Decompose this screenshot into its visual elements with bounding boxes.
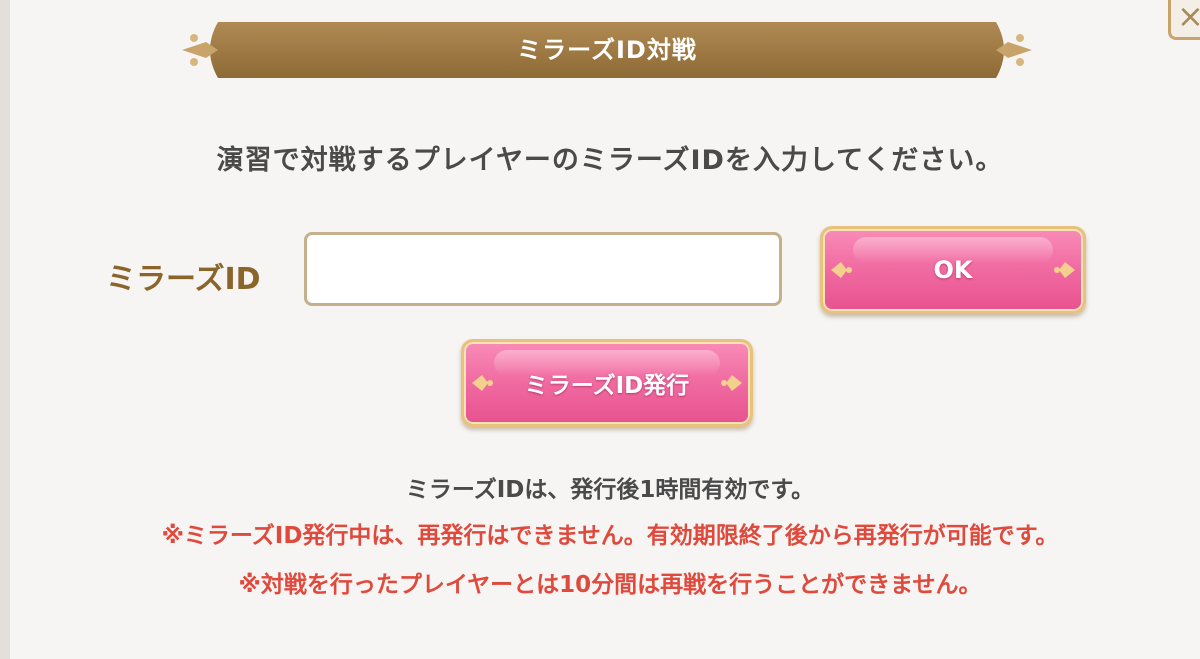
reissue-warning: ※ミラーズID発行中は、再発行はできません。有効期限終了後から再発行が可能です。 [161,523,1059,549]
issue-id-button-label: ミラーズID発行 [524,373,690,399]
instruction-text: 演習で対戦するプレイヤーのミラーズIDを入力してください。 [216,145,1004,176]
ok-button-label: OK [933,256,973,284]
mirrors-id-label: ミラーズID [106,262,261,297]
rematch-warning: ※対戦を行ったプレイヤーとは10分間は再戦を行うことができません。 [238,572,982,598]
validity-note: ミラーズIDは、発行後1時間有効です。 [405,477,815,503]
mirrors-id-dialog: ミラーズID対戦 × 演習で対戦するプレイヤーのミラーズIDを入力してください。… [0,0,1200,659]
close-button[interactable]: × [1168,0,1200,40]
mirrors-id-input[interactable] [304,232,782,306]
title-banner: ミラーズID対戦 [178,18,1036,82]
issue-id-button[interactable]: ミラーズID発行 [461,339,753,427]
dialog-title: ミラーズID対戦 [517,36,697,64]
ok-button[interactable]: OK [820,226,1086,314]
close-icon: × [1177,0,1200,35]
